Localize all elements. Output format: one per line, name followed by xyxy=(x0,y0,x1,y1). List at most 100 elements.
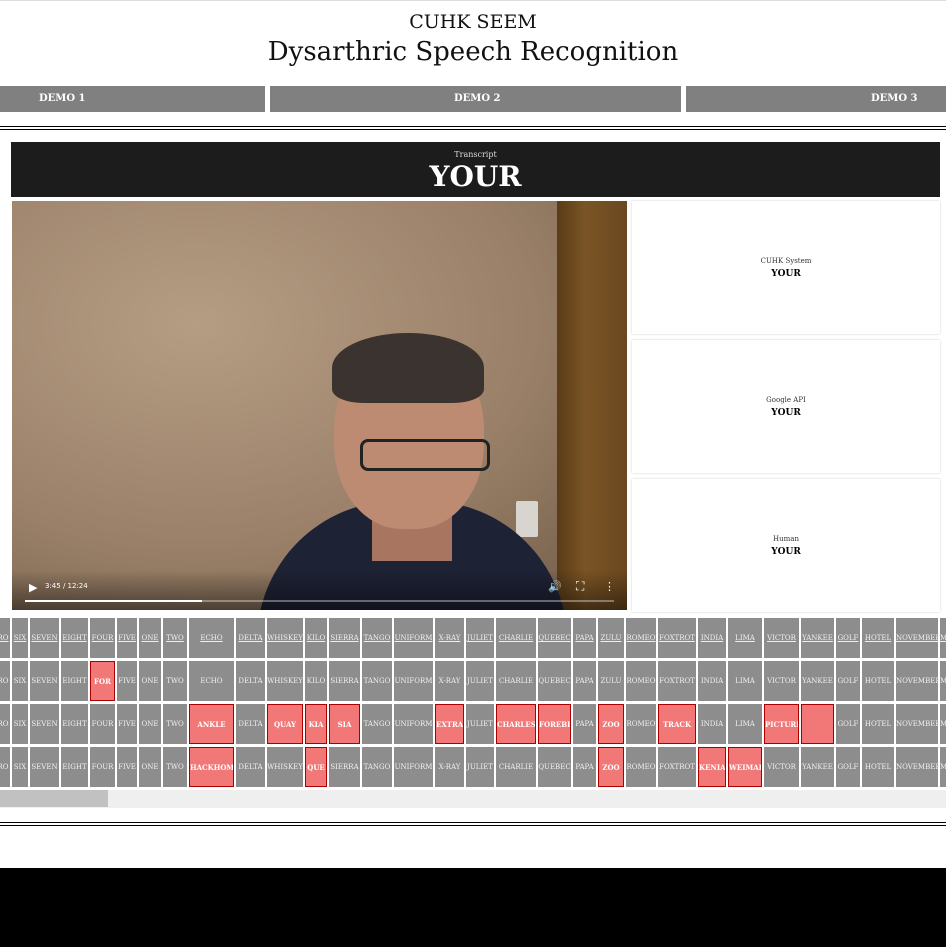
grid-cell[interactable]: VICTOR xyxy=(764,661,799,701)
grid-cell[interactable]: QUEBEC xyxy=(538,618,571,658)
grid-cell[interactable]: QUE xyxy=(305,747,327,787)
grid-cell[interactable]: SIA xyxy=(329,704,360,744)
more-options-icon[interactable]: ⋮ xyxy=(604,580,615,593)
grid-cell[interactable]: FOUR xyxy=(90,747,115,787)
grid-cell[interactable]: INDIA xyxy=(698,661,726,701)
grid-cell[interactable]: SIX xyxy=(12,747,28,787)
horizontal-scrollbar[interactable] xyxy=(0,790,946,808)
grid-cell[interactable]: ONE xyxy=(139,747,161,787)
grid-cell[interactable]: DELTA xyxy=(236,704,265,744)
grid-cell[interactable]: QUEBEC xyxy=(538,747,571,787)
grid-cell[interactable]: WHISKEY xyxy=(267,661,303,701)
grid-cell[interactable]: UNIFORM xyxy=(394,661,433,701)
grid-cell[interactable]: FOXTROT xyxy=(658,618,696,658)
grid-cell[interactable]: ONE xyxy=(139,618,161,658)
grid-cell[interactable]: TANGO xyxy=(362,704,392,744)
grid-cell[interactable]: FOXTROT xyxy=(658,661,696,701)
grid-cell[interactable]: HOTEL xyxy=(862,704,894,744)
grid-cell[interactable]: HOTEL xyxy=(862,747,894,787)
grid-cell[interactable]: FIVE xyxy=(117,618,137,658)
grid-cell[interactable]: ECHO xyxy=(189,618,234,658)
grid-cell[interactable]: TWO xyxy=(163,747,187,787)
volume-icon[interactable]: 🔊 xyxy=(548,580,562,593)
grid-cell[interactable]: PICTURE xyxy=(764,704,799,744)
grid-cell[interactable]: HOTEL xyxy=(862,618,894,658)
grid-cell[interactable]: FIVE xyxy=(117,704,137,744)
grid-cell[interactable]: ONE xyxy=(139,704,161,744)
grid-cell[interactable]: X-RAY xyxy=(435,661,464,701)
grid-cell[interactable]: MIKE xyxy=(940,704,946,744)
grid-cell[interactable]: SEVEN xyxy=(30,661,59,701)
grid-cell[interactable]: CHARLIE xyxy=(496,747,536,787)
grid-cell[interactable]: TANGO xyxy=(362,661,392,701)
grid-cell[interactable]: LIMA xyxy=(728,618,762,658)
grid-cell[interactable]: GOLF xyxy=(836,618,860,658)
grid-cell[interactable]: LIMA xyxy=(728,704,762,744)
grid-cell[interactable]: ANKLE xyxy=(189,704,234,744)
grid-cell[interactable]: MIKE xyxy=(940,618,946,658)
grid-cell[interactable]: ZERO xyxy=(0,618,10,658)
grid-cell[interactable]: FOUR xyxy=(90,704,115,744)
grid-cell[interactable]: TANGO xyxy=(362,747,392,787)
grid-cell[interactable]: GOLF xyxy=(836,704,860,744)
grid-cell[interactable]: CHARLES xyxy=(496,704,536,744)
grid-cell[interactable]: ZULU xyxy=(598,618,624,658)
grid-cell[interactable]: JULIET xyxy=(466,661,494,701)
grid-cell[interactable]: SEVEN xyxy=(30,704,59,744)
grid-cell[interactable]: FOUR xyxy=(90,618,115,658)
grid-cell[interactable]: PAPA xyxy=(573,747,596,787)
grid-cell[interactable]: NOVEMBER xyxy=(896,704,938,744)
grid-cell[interactable]: INDIA xyxy=(698,704,726,744)
grid-cell[interactable]: WHISKEY xyxy=(267,747,303,787)
grid-cell[interactable]: TWO xyxy=(163,661,187,701)
grid-cell[interactable]: WHISKEY xyxy=(267,618,303,658)
grid-cell[interactable]: ZULU xyxy=(598,661,624,701)
play-icon[interactable]: ▶ xyxy=(29,581,37,594)
grid-cell[interactable]: HACKHOME xyxy=(189,747,234,787)
grid-cell[interactable]: ZERO xyxy=(0,704,10,744)
grid-cell[interactable]: NOVEMBER xyxy=(896,618,938,658)
grid-cell[interactable]: KENIA xyxy=(698,747,726,787)
grid-cell[interactable]: PAPA xyxy=(573,618,596,658)
grid-cell[interactable]: YANKEE xyxy=(801,618,834,658)
grid-cell[interactable]: VICTOR xyxy=(764,747,799,787)
video-progress-bar[interactable] xyxy=(25,600,614,602)
grid-cell[interactable]: ROMEO xyxy=(626,747,656,787)
grid-cell[interactable]: SEVEN xyxy=(30,618,59,658)
grid-cell[interactable]: MIKE xyxy=(940,661,946,701)
grid-cell[interactable]: ZOO xyxy=(598,747,624,787)
grid-cell[interactable]: SIERRA xyxy=(329,747,360,787)
grid-cell[interactable]: DELTA xyxy=(236,747,265,787)
grid-cell[interactable]: TRACK xyxy=(658,704,696,744)
grid-cell[interactable]: X-RAY xyxy=(435,618,464,658)
grid-cell[interactable]: EXTRA xyxy=(435,704,464,744)
scrollbar-thumb[interactable] xyxy=(0,790,108,807)
grid-cell[interactable]: SIX xyxy=(12,618,28,658)
grid-cell[interactable]: HOTEL xyxy=(862,661,894,701)
grid-cell[interactable]: EIGHT xyxy=(61,704,88,744)
grid-cell[interactable]: ONE xyxy=(139,661,161,701)
grid-cell[interactable]: JULIET xyxy=(466,704,494,744)
grid-cell[interactable]: UNIFORM xyxy=(394,747,433,787)
grid-cell[interactable]: DELTA xyxy=(236,661,265,701)
grid-cell[interactable]: KIA xyxy=(305,704,327,744)
grid-cell[interactable]: INDIA xyxy=(698,618,726,658)
grid-cell[interactable]: WEIMAR xyxy=(728,747,762,787)
grid-cell[interactable]: ROMEO xyxy=(626,618,656,658)
tab-demo-2[interactable]: DEMO 2 xyxy=(270,86,681,112)
grid-cell[interactable]: YANKEE xyxy=(801,747,834,787)
grid-cell[interactable]: FIVE xyxy=(117,661,137,701)
grid-cell[interactable]: LIMA xyxy=(728,661,762,701)
grid-cell[interactable]: QUEBEC xyxy=(538,661,571,701)
grid-cell[interactable]: SIERRA xyxy=(329,618,360,658)
grid-cell[interactable]: NOVEMBER xyxy=(896,747,938,787)
grid-cell[interactable]: PAPA xyxy=(573,704,596,744)
grid-cell[interactable]: TWO xyxy=(163,704,187,744)
grid-cell[interactable]: TWO xyxy=(163,618,187,658)
grid-cell[interactable]: PAPA xyxy=(573,661,596,701)
grid-cell[interactable]: FOREBET xyxy=(538,704,571,744)
grid-cell[interactable]: JULIET xyxy=(466,747,494,787)
grid-cell[interactable]: UNIFORM xyxy=(394,618,433,658)
grid-cell[interactable]: JULIET xyxy=(466,618,494,658)
grid-cell[interactable]: ZERO xyxy=(0,747,10,787)
